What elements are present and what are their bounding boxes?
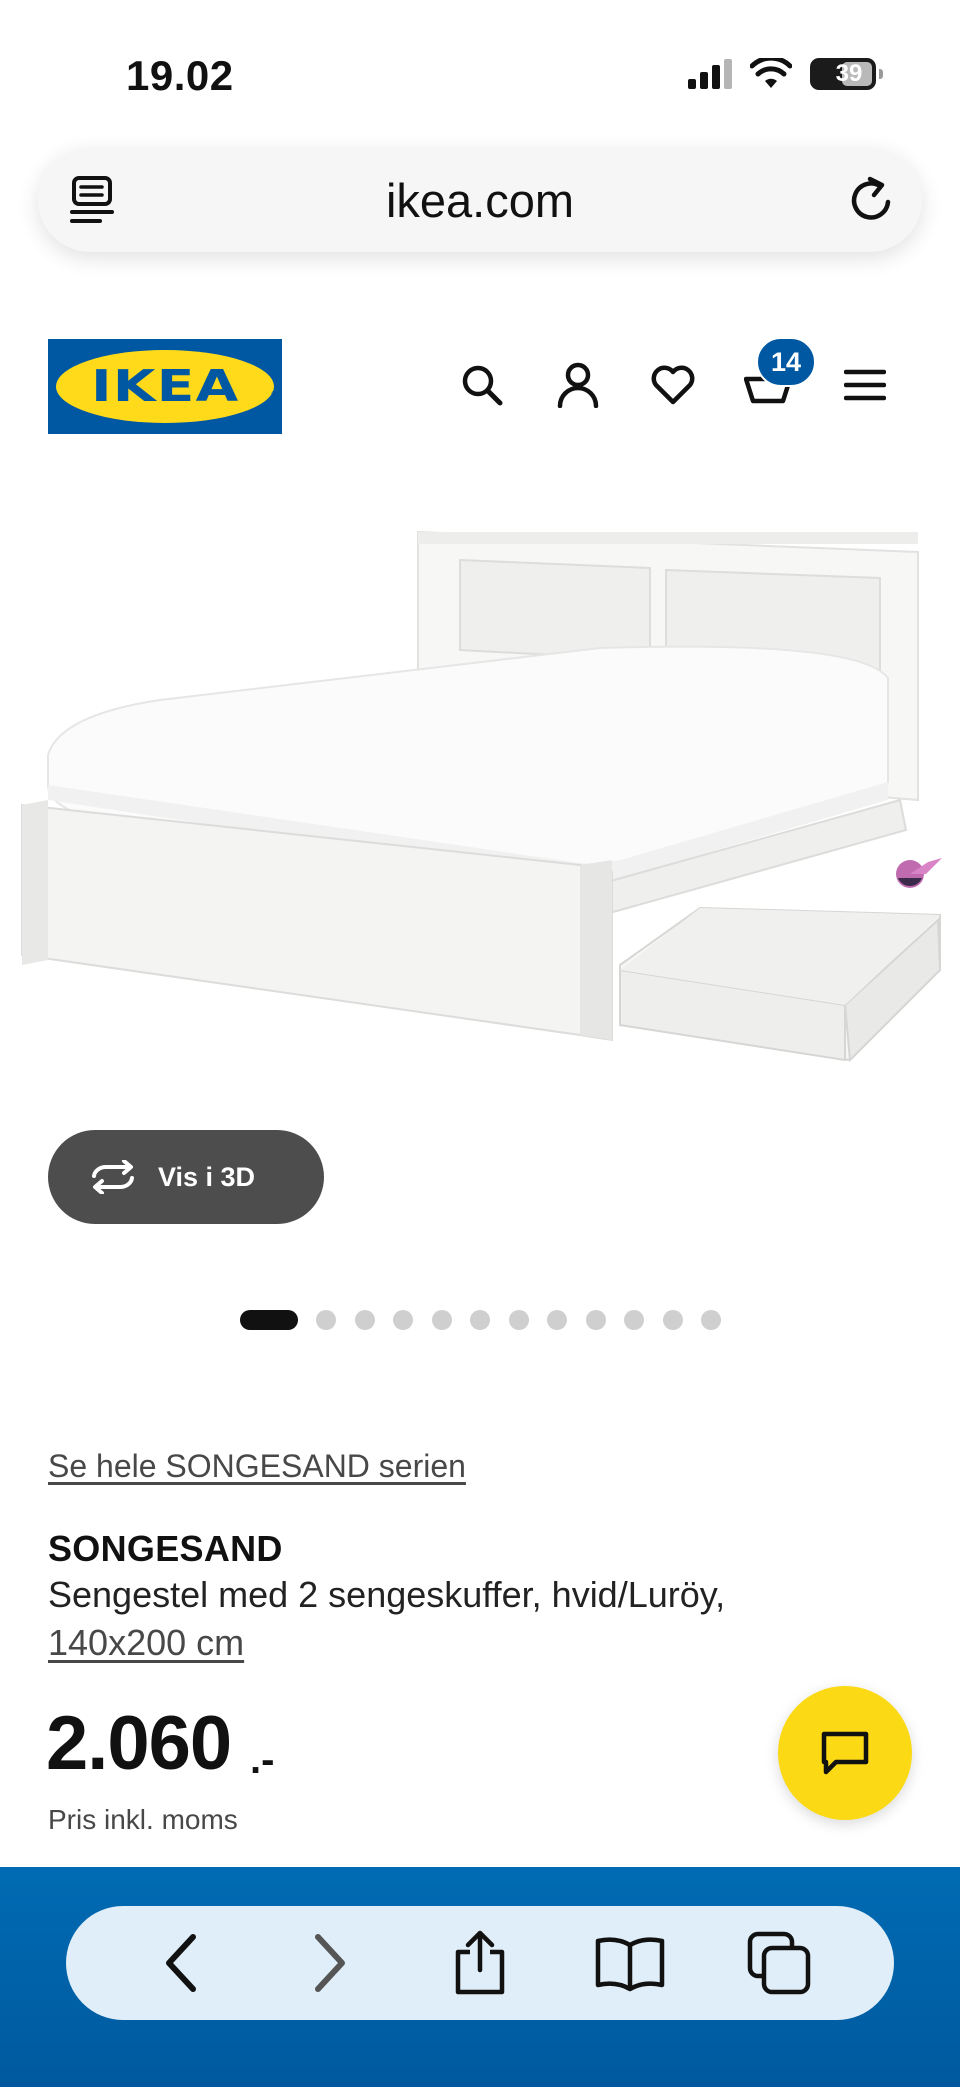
bookmarks-button[interactable] <box>590 1923 670 2003</box>
browser-toolbar <box>66 1906 894 2020</box>
carousel-dot[interactable] <box>470 1310 490 1330</box>
carousel-dot[interactable] <box>547 1310 567 1330</box>
image-carousel-indicator <box>240 1310 740 1330</box>
cart-count-badge: 14 <box>756 337 816 387</box>
carousel-dot[interactable] <box>624 1310 644 1330</box>
series-link[interactable]: Se hele SONGESAND serien <box>48 1448 466 1485</box>
carousel-dot[interactable] <box>508 1310 529 1330</box>
carousel-dot[interactable] <box>662 1310 683 1330</box>
chat-icon <box>821 1731 869 1775</box>
tabs-button[interactable] <box>739 1923 819 2003</box>
tabs-icon <box>747 1931 811 1995</box>
product-description: Sengestel med 2 sengeskuffer, hvid/Luröy… <box>48 1574 726 1615</box>
carousel-dot[interactable] <box>701 1310 721 1330</box>
product-image[interactable] <box>0 500 960 1120</box>
page-menu-icon[interactable] <box>68 174 120 226</box>
bird-icon <box>896 858 942 888</box>
logo-text: IKEA <box>90 361 240 412</box>
book-icon <box>595 1937 664 1992</box>
ikea-logo[interactable]: IKEA ® <box>48 339 282 434</box>
product-size-link[interactable]: 140x200 cm <box>48 1622 244 1664</box>
search-icon[interactable] <box>457 360 507 410</box>
price-suffix: .- <box>250 1738 275 1782</box>
signal-icon <box>688 59 732 89</box>
chevron-right-icon <box>315 1934 346 1992</box>
carousel-dot[interactable] <box>354 1310 375 1330</box>
share-button[interactable] <box>440 1923 520 2003</box>
account-icon[interactable] <box>553 360 603 410</box>
chevron-left-icon <box>165 1934 196 1992</box>
share-icon <box>455 1930 505 1995</box>
view-3d-label: Vis i 3D <box>158 1161 256 1192</box>
view-3d-button[interactable]: Vis i 3D <box>48 1130 324 1224</box>
carousel-dot[interactable] <box>431 1310 452 1330</box>
carousel-dot[interactable] <box>316 1310 336 1330</box>
rotate-3d-icon <box>92 1160 134 1194</box>
carousel-dot[interactable] <box>240 1310 298 1330</box>
url-text: ikea.com <box>385 173 575 227</box>
status-icons: 39 <box>688 58 883 90</box>
chat-button[interactable] <box>778 1686 912 1820</box>
forward-button[interactable] <box>290 1923 370 2003</box>
battery-icon: 39 <box>810 58 883 90</box>
status-bar: 19.02 39 <box>0 0 960 140</box>
back-button[interactable] <box>141 1923 221 2003</box>
battery-level: 39 <box>835 60 863 87</box>
heart-icon[interactable] <box>648 360 698 410</box>
reload-icon[interactable] <box>844 172 900 228</box>
menu-icon[interactable] <box>840 360 890 410</box>
carousel-dot[interactable] <box>393 1310 413 1330</box>
wifi-icon <box>750 58 792 88</box>
product-price: 2.060 <box>46 1701 232 1786</box>
address-bar[interactable]: ikea.com <box>38 148 922 252</box>
status-time: 19.02 <box>126 52 234 99</box>
carousel-dot[interactable] <box>585 1310 606 1330</box>
price-note: Pris inkl. moms <box>48 1804 238 1835</box>
product-name: SONGESAND <box>48 1528 283 1569</box>
